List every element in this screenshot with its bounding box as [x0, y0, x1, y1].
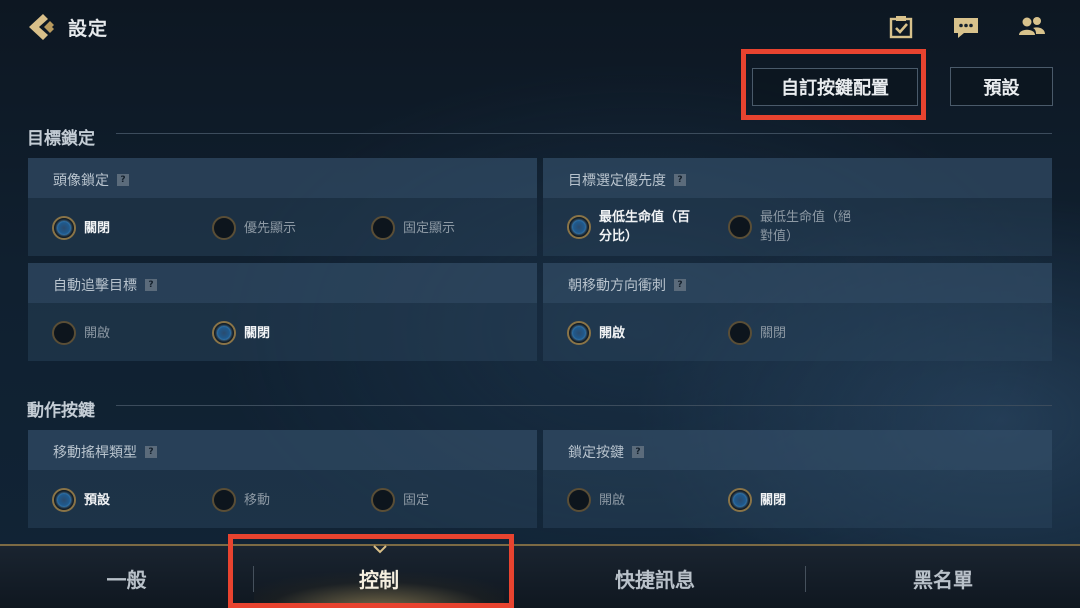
- section-title-target-lock: 目標鎖定: [27, 129, 95, 149]
- setting-label: 目標選定優先度: [568, 173, 666, 189]
- bottom-tab-bar: 一般 控制 快捷訊息 黑名單: [0, 544, 1080, 608]
- radio-unselected[interactable]: [567, 488, 591, 512]
- option-joystick-fixed[interactable]: 固定: [371, 488, 429, 512]
- help-icon[interactable]: ?: [674, 279, 686, 291]
- option-dash-on[interactable]: 開啟: [567, 321, 625, 345]
- option-lowest-hp-percent[interactable]: 最低生命值（百 分比）: [567, 208, 690, 246]
- radio-selected[interactable]: [212, 321, 236, 345]
- option-joystick-move[interactable]: 移動: [212, 488, 270, 512]
- radio-selected[interactable]: [52, 488, 76, 512]
- top-bar: 設定: [0, 0, 1080, 56]
- radio-selected[interactable]: [567, 215, 591, 239]
- help-icon[interactable]: ?: [145, 279, 157, 291]
- page-title: 設定: [68, 18, 109, 40]
- custom-key-layout-button[interactable]: 自訂按鍵配置: [752, 68, 918, 106]
- section-divider: [116, 405, 1052, 406]
- panel-lock-button: 鎖定按鍵 ? 開啟 關閉: [543, 430, 1052, 528]
- setting-label: 頭像鎖定: [53, 173, 109, 189]
- option-joystick-default[interactable]: 預設: [52, 488, 110, 512]
- radio-unselected[interactable]: [371, 216, 395, 240]
- option-auto-chase-off[interactable]: 關閉: [212, 321, 270, 345]
- option-auto-chase-on[interactable]: 開啟: [52, 321, 110, 345]
- section-divider: [116, 133, 1052, 134]
- panel-auto-chase: 自動追擊目標 ? 開啟 關閉: [28, 263, 537, 361]
- help-icon[interactable]: ?: [674, 174, 686, 186]
- option-lock-button-off[interactable]: 關閉: [728, 488, 786, 512]
- option-avatar-lock-priority[interactable]: 優先顯示: [212, 216, 296, 240]
- radio-unselected[interactable]: [52, 321, 76, 345]
- help-icon[interactable]: ?: [632, 446, 644, 458]
- option-lowest-hp-absolute[interactable]: 最低生命值（絕 對值）: [728, 208, 851, 246]
- radio-unselected[interactable]: [728, 321, 752, 345]
- radio-unselected[interactable]: [212, 216, 236, 240]
- radio-selected[interactable]: [52, 216, 76, 240]
- tab-blacklist[interactable]: 黑名單: [806, 546, 1080, 608]
- reset-default-button[interactable]: 預設: [950, 67, 1053, 106]
- setting-label: 朝移動方向衝刺: [568, 278, 666, 294]
- option-lock-button-on[interactable]: 開啟: [567, 488, 625, 512]
- setting-label: 鎖定按鍵: [568, 445, 624, 461]
- tab-general[interactable]: 一般: [0, 546, 253, 608]
- active-tab-caret-icon: [373, 545, 387, 554]
- panel-joystick-type: 移動搖桿類型 ? 預設 移動 固定: [28, 430, 537, 528]
- help-icon[interactable]: ?: [145, 446, 157, 458]
- setting-label: 自動追擊目標: [53, 278, 137, 294]
- help-icon[interactable]: ?: [117, 174, 129, 186]
- tab-controls[interactable]: 控制: [254, 546, 504, 608]
- panel-avatar-lock: 頭像鎖定 ? 關閉 優先顯示 固定顯示: [28, 158, 537, 256]
- option-avatar-lock-off[interactable]: 關閉: [52, 216, 110, 240]
- radio-selected[interactable]: [567, 321, 591, 345]
- friends-icon[interactable]: [1017, 14, 1045, 40]
- section-title-action-keys: 動作按鍵: [27, 401, 95, 421]
- calendar-check-icon[interactable]: [888, 14, 916, 40]
- option-avatar-lock-fixed[interactable]: 固定顯示: [371, 216, 455, 240]
- panel-dash-direction: 朝移動方向衝刺 ? 開啟 關閉: [543, 263, 1052, 361]
- option-dash-off[interactable]: 關閉: [728, 321, 786, 345]
- setting-label: 移動搖桿類型: [53, 445, 137, 461]
- panel-target-priority: 目標選定優先度 ? 最低生命值（百 分比） 最低生命值（絕 對值）: [543, 158, 1052, 256]
- radio-unselected[interactable]: [371, 488, 395, 512]
- tab-quick-messages[interactable]: 快捷訊息: [530, 546, 780, 608]
- radio-selected[interactable]: [728, 488, 752, 512]
- radio-unselected[interactable]: [728, 215, 752, 239]
- chat-bubble-icon[interactable]: [952, 14, 980, 40]
- back-chevron-icon[interactable]: [26, 12, 60, 42]
- radio-unselected[interactable]: [212, 488, 236, 512]
